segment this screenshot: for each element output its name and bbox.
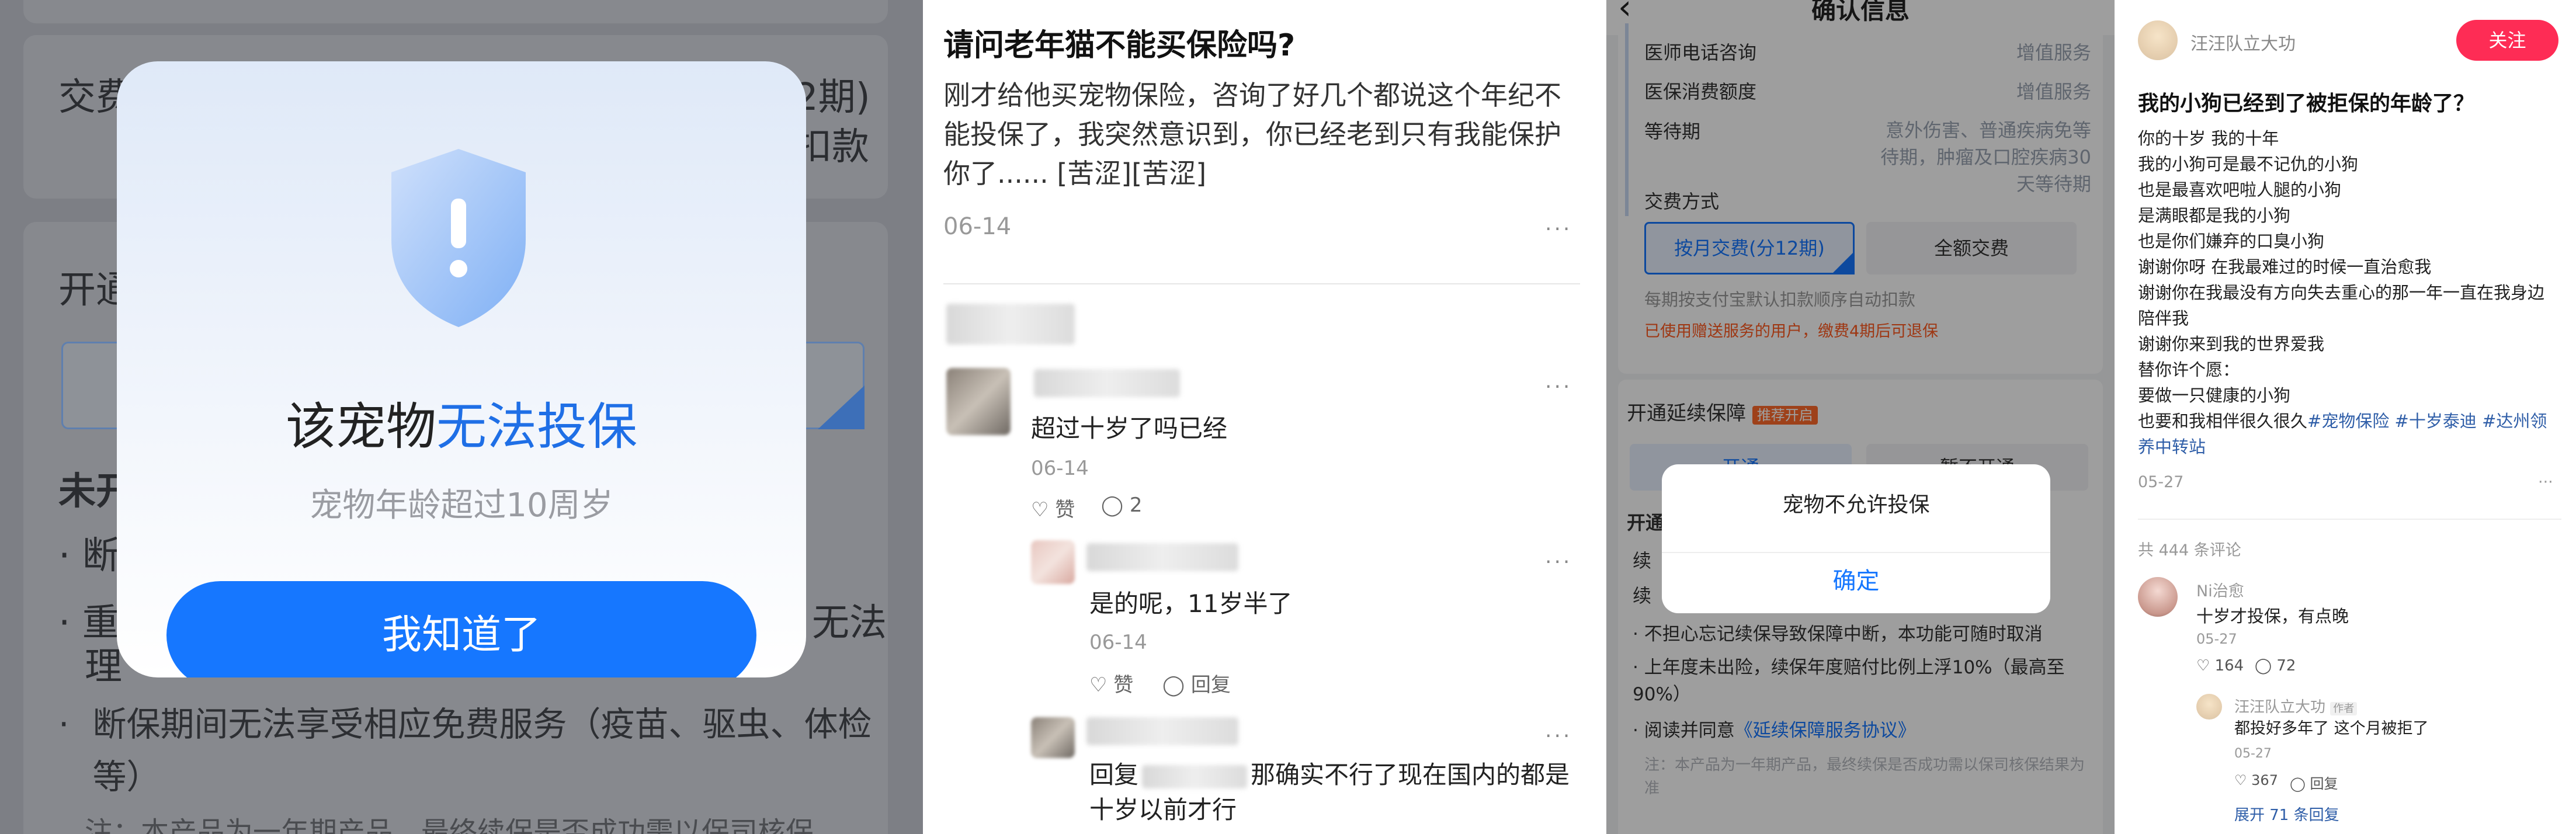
avatar bbox=[1031, 540, 1075, 584]
heart-icon: ♡ bbox=[2196, 657, 2210, 675]
forum-post-cat-insurance: 请问老年猫不能买保险吗? 刚才给他买宠物保险，咨询了好几个都说这个年纪不能投保了… bbox=[923, 0, 1606, 834]
comment-bubble-icon: ◯ bbox=[1101, 494, 1124, 517]
not-allowed-dialog: 宠物不允许投保 确定 bbox=[1662, 464, 2050, 613]
dialog-title: 该宠物无法投保 bbox=[286, 398, 637, 456]
post-body: 刚才给他买宠物保险，咨询了好几个都说这个年纪不能投保了，我突然意识到，你已经老到… bbox=[943, 79, 1561, 189]
expand-replies-link[interactable]: 展开 71 条回复 bbox=[2234, 803, 2339, 825]
comment-more-button[interactable]: ··· bbox=[1545, 724, 1572, 748]
bg-bullet-3: · 断保期间无法享受相应免费服务（疫苗、驱虫、体检等） bbox=[58, 704, 872, 797]
commenter-name[interactable]: Ni治愈 bbox=[2196, 578, 2244, 601]
background-card-top bbox=[23, 0, 888, 23]
heart-icon: ♡ bbox=[2234, 772, 2247, 788]
heart-icon: ♡ bbox=[1089, 673, 1108, 697]
like-button[interactable]: ♡ 367 bbox=[2234, 772, 2278, 788]
hashtag-link[interactable]: #宠物保险 bbox=[2307, 411, 2389, 431]
author-name[interactable]: 汪汪队立大功 bbox=[2190, 29, 2296, 55]
reply-button[interactable]: ◯ 回复 bbox=[2290, 772, 2338, 793]
reject-dialog: 该宠物无法投保 宠物年龄超过10周岁 我知道了 bbox=[117, 61, 806, 677]
comment-bubble-icon: ◯ bbox=[2290, 776, 2306, 792]
post-date: 05-27 bbox=[2138, 473, 2184, 491]
author-avatar[interactable] bbox=[2138, 20, 2178, 60]
comment-date: 06-14 bbox=[1031, 457, 1089, 480]
avatar bbox=[1031, 717, 1075, 758]
post-body: 你的十岁 我的十年 我的小狗可是最不记仇的小狗 也是最喜欢吧啦人腿的小狗 是满眼… bbox=[2138, 128, 2547, 457]
post-more-button[interactable]: ··· bbox=[1545, 217, 1572, 241]
comment-more-button[interactable]: ··· bbox=[1545, 375, 1572, 399]
like-button[interactable]: ♡ 赞 bbox=[1089, 669, 1133, 697]
post-more-button[interactable]: ··· bbox=[2538, 473, 2553, 491]
blurred-header-text bbox=[946, 304, 1075, 345]
post-date: 06-14 bbox=[943, 213, 1012, 240]
dialog-message: 宠物不允许投保 bbox=[1782, 493, 1930, 517]
like-button[interactable]: ♡ 赞 bbox=[1031, 494, 1075, 522]
social-post-dog-insurance: 汪汪队立大功 关注 我的小狗已经到了被拒保的年龄了？ 你的十岁 我的十年 我的小… bbox=[2115, 0, 2576, 834]
bg-bullet-1: · 断 bbox=[58, 534, 120, 578]
acknowledge-button[interactable]: 我知道了 bbox=[166, 581, 756, 677]
reply-text: 都投好多年了 这个月被拒了 bbox=[2234, 720, 2429, 738]
blurred-username bbox=[1034, 369, 1180, 397]
comment-text: 十岁才投保，有点晚 bbox=[2196, 606, 2349, 626]
reply-text: 回复 那确实不行了现在国内的都是十岁以前才行 bbox=[1089, 760, 1570, 824]
heart-icon: ♡ bbox=[1031, 498, 1049, 522]
reply-count-button[interactable]: ◯ 2 bbox=[1101, 494, 1143, 517]
reply-date: 06-14 bbox=[1089, 631, 1147, 654]
dialog-subtitle: 宠物年龄超过10周岁 bbox=[310, 487, 613, 524]
author-avatar[interactable] bbox=[2196, 694, 2222, 720]
reply-button[interactable]: ◯ 回复 bbox=[1162, 669, 1231, 697]
divider bbox=[943, 283, 1580, 284]
dialog-divider bbox=[1662, 552, 2050, 553]
comment-text: 超过十岁了吗已经 bbox=[1031, 414, 1228, 443]
post-title: 请问老年猫不能买保险吗? bbox=[943, 28, 1296, 63]
reply-user[interactable]: 汪汪队立大功 作者 bbox=[2234, 695, 2358, 717]
bg-text-handle: 理 bbox=[85, 645, 122, 689]
post-title: 我的小狗已经到了被拒保的年龄了？ bbox=[2138, 92, 2475, 116]
comment-count: 共 444 条评论 bbox=[2138, 541, 2241, 560]
comment-date: 05-27 bbox=[2196, 631, 2237, 647]
comment-more-button[interactable]: ··· bbox=[1545, 550, 1572, 574]
avatar bbox=[946, 368, 1011, 435]
confirm-info-screen: ‹ 确认信息 医师电话咨询 增值服务 医保消费额度 增值服务 等待期 意外伤害、… bbox=[1606, 0, 2115, 834]
hashtag-link[interactable]: #十岁泰迪 bbox=[2389, 411, 2477, 431]
blurred-username bbox=[1086, 717, 1238, 745]
comment-bubble-icon: ◯ bbox=[2255, 657, 2272, 675]
reply-text: 是的呢，11岁半了 bbox=[1089, 589, 1293, 618]
commenter-avatar[interactable] bbox=[2138, 577, 2178, 617]
author-badge: 作者 bbox=[2330, 702, 2358, 715]
divider bbox=[2138, 519, 2561, 520]
shield-alert-icon bbox=[391, 149, 526, 327]
like-button[interactable]: ♡ 164 bbox=[2196, 657, 2244, 675]
reply-count-button[interactable]: ◯ 72 bbox=[2255, 657, 2296, 675]
blurred-username bbox=[1086, 543, 1238, 571]
follow-button[interactable]: 关注 bbox=[2456, 20, 2558, 61]
insurance-rejection-screen: 交费 2期) 扣款 开通 未开 · 断 · 重 无法 理 · 断保期间无法享受相应… bbox=[0, 0, 923, 834]
comment-bubble-icon: ◯ bbox=[1162, 673, 1185, 697]
modal-overlay bbox=[1606, 0, 2115, 834]
bg-footnote: 注：本产品为一年期产品，最终续保是否成功需以保司核保 bbox=[85, 816, 814, 834]
reply-date: 05-27 bbox=[2234, 746, 2272, 761]
confirm-button[interactable]: 确定 bbox=[1662, 558, 2050, 604]
bg-text-cannot: 无法 bbox=[812, 602, 887, 645]
